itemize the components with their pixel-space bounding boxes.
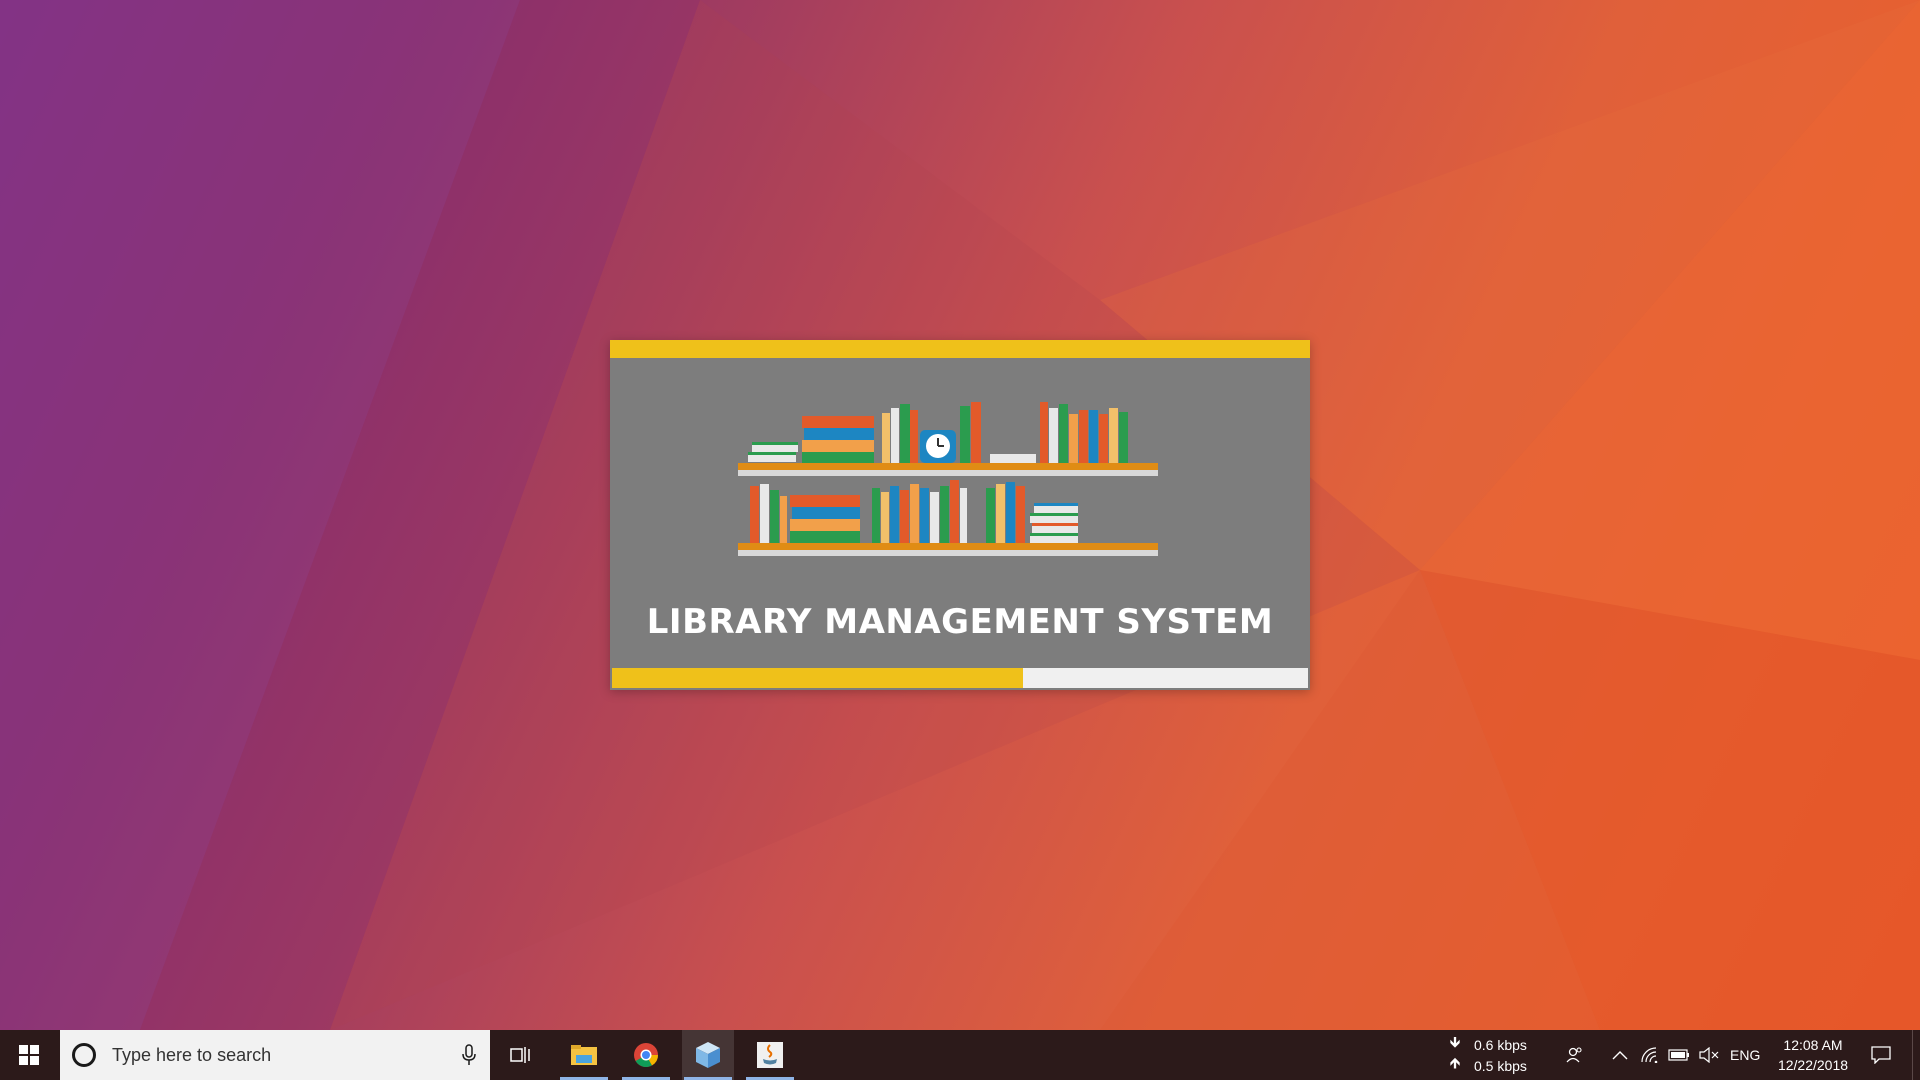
taskbar-app-file-explorer[interactable]	[558, 1030, 610, 1080]
taskbar-app-java[interactable]	[744, 1030, 796, 1080]
java-icon	[757, 1042, 783, 1068]
battery-icon[interactable]	[1664, 1030, 1694, 1080]
wifi-icon[interactable]	[1635, 1030, 1665, 1080]
chevron-up-icon[interactable]	[1605, 1030, 1635, 1080]
upload-speed: 0.5 kbps	[1474, 1057, 1527, 1074]
start-button[interactable]	[0, 1030, 58, 1080]
loading-progress-fill	[612, 668, 1023, 688]
splash-title: LIBRARY MANAGEMENT SYSTEM	[646, 602, 1274, 642]
clock-time: 12:08 AM	[1783, 1037, 1843, 1053]
upload-arrow-icon: 🡹	[1449, 1055, 1461, 1072]
desktop-wallpaper: LIBRARY MANAGEMENT SYSTEM	[0, 0, 1920, 1030]
volume-muted-icon[interactable]	[1694, 1030, 1724, 1080]
clock-date: 12/22/2018	[1777, 1057, 1849, 1073]
loading-progress-bar	[612, 668, 1308, 688]
chrome-icon	[634, 1043, 658, 1068]
bookshelf-illustration	[738, 402, 1158, 556]
search-input[interactable]	[110, 1043, 444, 1067]
network-speed-meter: 🡻 0.6 kbps 🡹 0.5 kbps	[1446, 1034, 1536, 1078]
windows-logo-icon	[19, 1045, 39, 1065]
taskbar: 🡻 0.6 kbps 🡹 0.5 kbps ENG 12:08 AM 12/22…	[0, 1030, 1920, 1080]
action-center-button[interactable]	[1864, 1030, 1898, 1080]
splash-top-accent-bar	[610, 340, 1310, 358]
taskbar-clock[interactable]: 12:08 AM 12/22/2018	[1768, 1035, 1858, 1075]
search-box[interactable]	[60, 1030, 490, 1080]
file-explorer-icon	[571, 1045, 597, 1065]
3d-box-app-icon	[696, 1042, 720, 1068]
task-view-button[interactable]	[500, 1030, 540, 1080]
people-icon[interactable]	[1560, 1030, 1590, 1080]
taskbar-app-chrome[interactable]	[620, 1030, 672, 1080]
task-view-icon	[510, 1047, 530, 1063]
input-language-indicator[interactable]: ENG	[1730, 1030, 1760, 1080]
download-speed: 0.6 kbps	[1474, 1036, 1527, 1053]
cortana-icon[interactable]	[72, 1043, 96, 1067]
taskbar-app-3d-box[interactable]	[682, 1030, 734, 1080]
microphone-icon[interactable]	[462, 1044, 476, 1066]
notification-icon	[1871, 1046, 1891, 1064]
show-desktop-button[interactable]	[1912, 1030, 1920, 1080]
splash-window: LIBRARY MANAGEMENT SYSTEM	[610, 340, 1310, 690]
